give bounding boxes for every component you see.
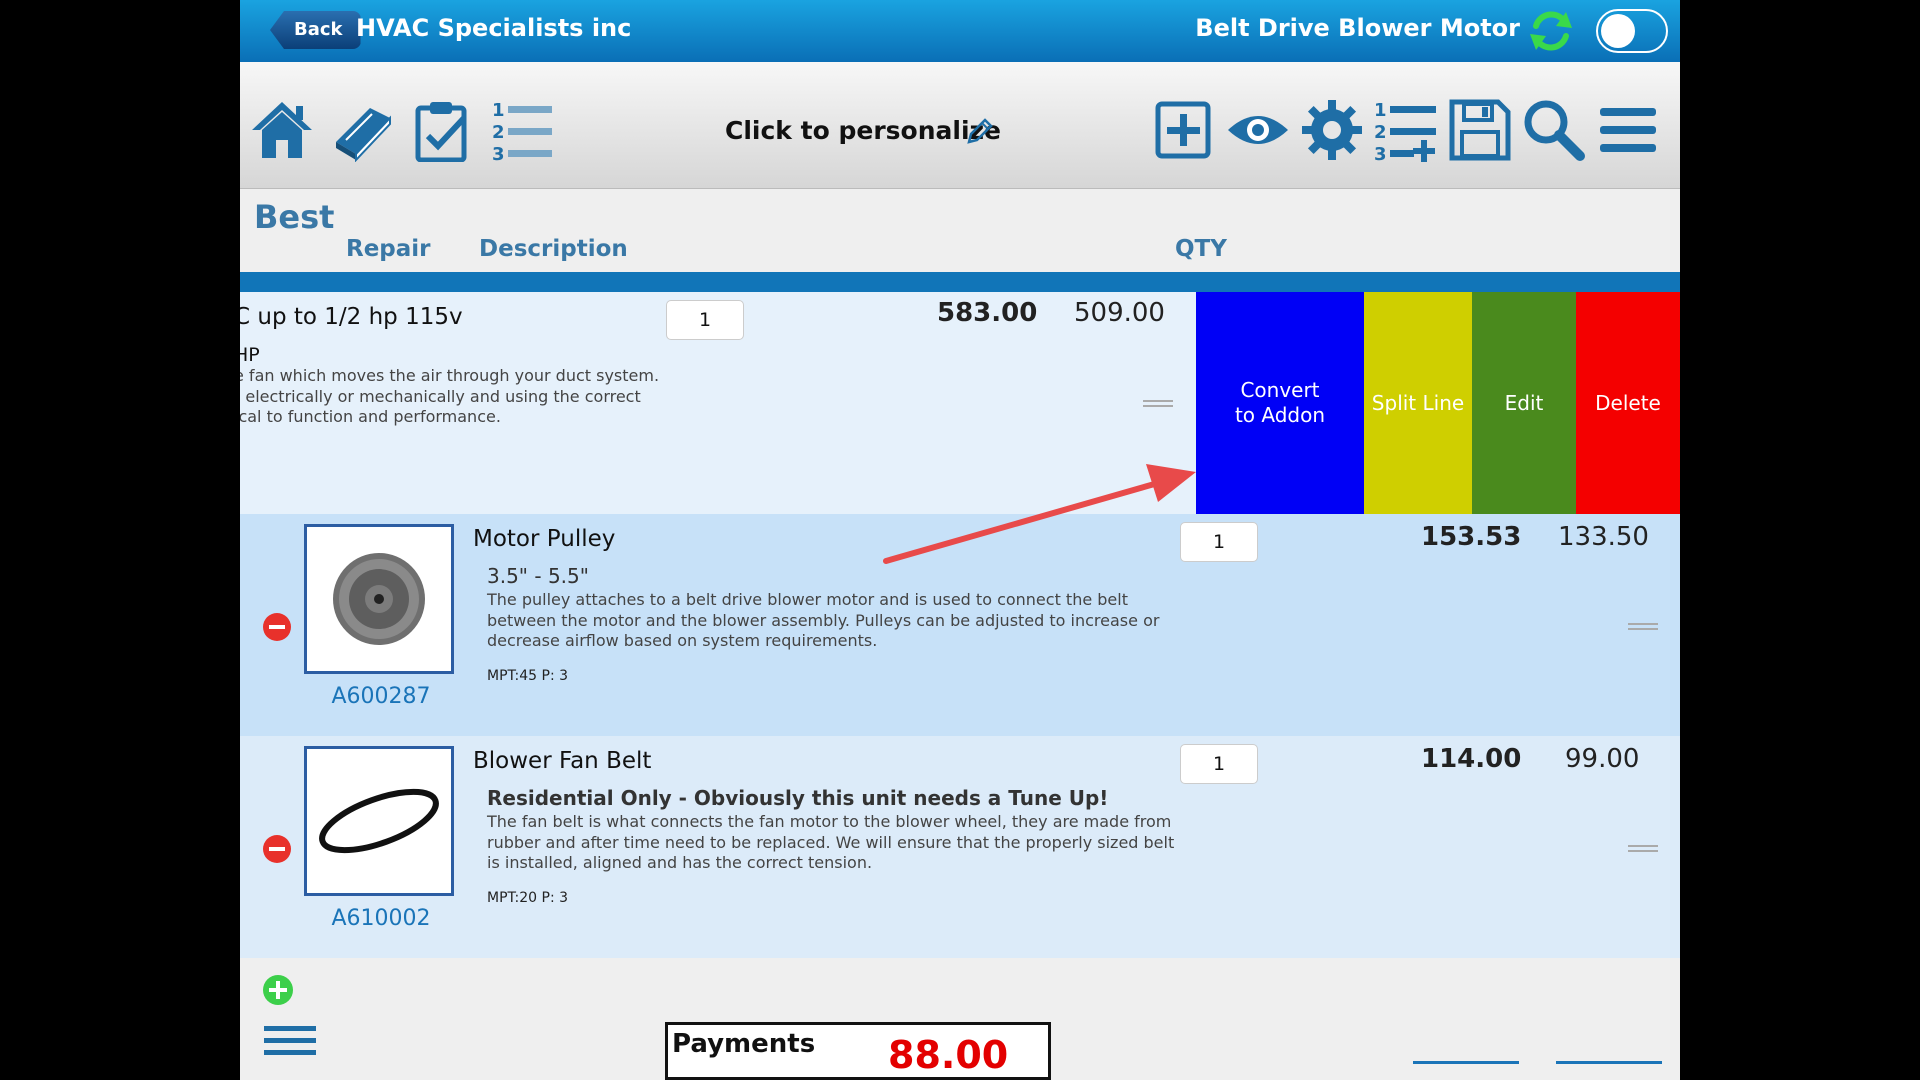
section-divider xyxy=(240,272,1680,292)
clipboard-check-icon[interactable] xyxy=(410,98,474,162)
qty-input[interactable]: 1 xyxy=(1180,522,1258,562)
line-description-3: ical to function and performance. xyxy=(240,407,501,426)
sync-icon[interactable] xyxy=(1526,6,1576,56)
back-button[interactable]: Back xyxy=(270,11,361,49)
eye-icon[interactable] xyxy=(1226,98,1290,162)
footer-link-underline[interactable] xyxy=(1556,1061,1662,1064)
payments-value: 88.00 xyxy=(888,1033,1009,1077)
home-icon[interactable] xyxy=(250,98,314,162)
drag-handle[interactable] xyxy=(1628,621,1658,631)
split-line-button[interactable]: Split Line xyxy=(1364,292,1472,514)
svg-text:3: 3 xyxy=(1374,144,1387,162)
line-description-1: e fan which moves the air through your d… xyxy=(240,366,660,385)
toolbar: 1 2 3 Click to personalize 1 2 3 xyxy=(240,62,1680,189)
convert-to-addon-button[interactable]: Convert to Addon xyxy=(1196,292,1364,514)
column-header-repair: Repair xyxy=(346,236,431,262)
price-member: 509.00 xyxy=(1074,298,1165,328)
line-subtitle: HP xyxy=(240,344,260,366)
pencil-icon[interactable] xyxy=(965,116,995,146)
save-icon[interactable] xyxy=(1448,98,1512,162)
line-title: C up to 1/2 hp 115v xyxy=(240,304,463,330)
item-meta: MPT:45 P: 3 xyxy=(487,668,569,684)
price-member: 133.50 xyxy=(1558,522,1649,552)
payments-box[interactable]: Payments 88.00 xyxy=(665,1022,1051,1080)
app-window: Back HVAC Specialists inc Belt Drive Blo… xyxy=(240,0,1680,1080)
item-subtitle: 3.5" - 5.5" xyxy=(487,564,589,588)
delete-button[interactable]: Delete xyxy=(1576,292,1680,514)
edit-button[interactable]: Edit xyxy=(1472,292,1576,514)
tier-label: Best xyxy=(254,198,335,236)
part-number-link[interactable]: A610002 xyxy=(304,906,458,931)
numbered-list-icon[interactable]: 1 2 3 xyxy=(490,98,554,162)
column-header-qty: QTY xyxy=(1175,236,1227,262)
price-regular: 153.53 xyxy=(1421,522,1522,552)
item-meta: MPT:20 P: 3 xyxy=(487,890,569,906)
svg-text:2: 2 xyxy=(492,122,505,143)
qty-input[interactable]: 1 xyxy=(1180,744,1258,784)
remove-item-icon[interactable] xyxy=(262,612,292,642)
company-name: HVAC Specialists inc xyxy=(356,14,632,42)
record-title: Belt Drive Blower Motor xyxy=(1195,14,1520,42)
part-thumbnail[interactable] xyxy=(304,746,454,896)
drag-handle[interactable] xyxy=(1143,398,1173,408)
svg-text:1: 1 xyxy=(1374,100,1387,121)
item-name: Motor Pulley xyxy=(473,526,616,552)
line-description-2: t electrically or mechanically and using… xyxy=(240,386,641,406)
qty-input[interactable]: 1 xyxy=(666,300,744,340)
column-header-description: Description xyxy=(479,236,628,262)
pulley-image xyxy=(333,553,425,645)
part-number-link[interactable]: A600287 xyxy=(304,684,458,709)
convert-to-addon-label: Convert to Addon xyxy=(1234,378,1326,427)
item-name: Blower Fan Belt xyxy=(473,748,652,774)
hamburger-menu-icon[interactable] xyxy=(264,1024,316,1058)
svg-text:1: 1 xyxy=(492,100,505,121)
add-item-icon[interactable] xyxy=(262,974,294,1006)
item-description: The pulley attaches to a belt drive blow… xyxy=(487,590,1160,650)
price-member: 99.00 xyxy=(1565,744,1640,774)
numbered-list-add-icon[interactable]: 1 2 3 xyxy=(1374,98,1438,162)
repair-line-row[interactable]: C up to 1/2 hp 115v HP e fan which moves… xyxy=(240,292,1680,514)
price-regular: 583.00 xyxy=(937,298,1038,328)
part-thumbnail[interactable] xyxy=(304,524,454,674)
add-box-icon[interactable] xyxy=(1152,98,1216,162)
personalize-link[interactable]: Click to personalize xyxy=(725,116,1001,145)
book-icon[interactable] xyxy=(330,98,394,162)
svg-text:2: 2 xyxy=(1374,122,1387,143)
part-row[interactable]: A600287 Motor Pulley 3.5" - 5.5" The pul… xyxy=(240,514,1680,736)
item-description: The fan belt is what connects the fan mo… xyxy=(487,812,1175,872)
drag-handle[interactable] xyxy=(1628,843,1658,853)
belt-image xyxy=(319,788,439,854)
line-description: e fan which moves the air through your d… xyxy=(240,366,659,428)
part-row[interactable]: A610002 Blower Fan Belt Residential Only… xyxy=(240,736,1680,958)
payments-label: Payments xyxy=(672,1029,816,1059)
item-subtitle: Residential Only - Obviously this unit n… xyxy=(487,786,1109,810)
toggle-switch[interactable] xyxy=(1596,9,1668,53)
toggle-knob xyxy=(1601,14,1635,48)
gear-icon[interactable] xyxy=(1300,98,1364,162)
svg-text:3: 3 xyxy=(492,144,505,162)
title-bar: Back HVAC Specialists inc Belt Drive Blo… xyxy=(240,0,1680,62)
footer-link-underline[interactable] xyxy=(1413,1061,1519,1064)
remove-item-icon[interactable] xyxy=(262,834,292,864)
search-icon[interactable] xyxy=(1522,98,1586,162)
price-regular: 114.00 xyxy=(1421,744,1522,774)
hamburger-menu-icon[interactable] xyxy=(1596,98,1660,162)
